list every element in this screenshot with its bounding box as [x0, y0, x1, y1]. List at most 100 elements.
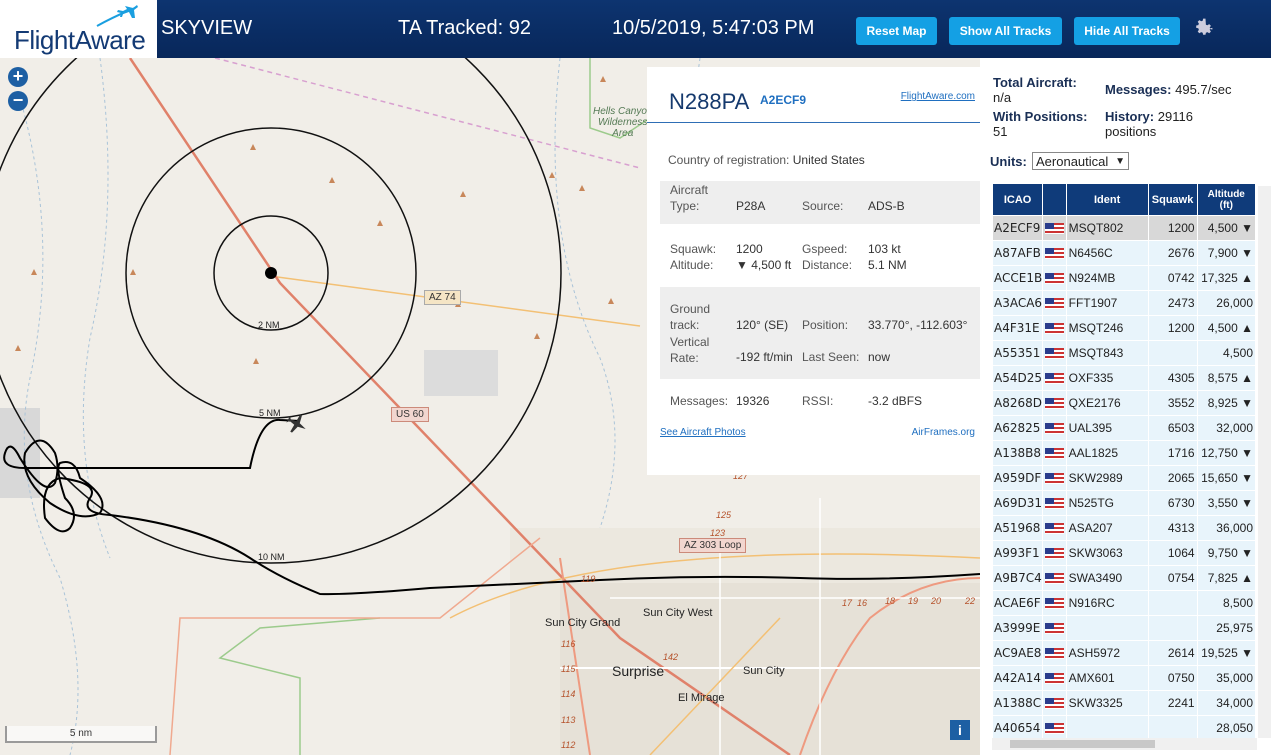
- messages-label: Messages:: [1105, 82, 1172, 97]
- vertical-scrollbar[interactable]: [1258, 186, 1271, 738]
- table-row[interactable]: A54D25 OXF335 4305 8,575 ▲: [991, 365, 1257, 391]
- route-label: 22: [965, 596, 976, 606]
- flightaware-logo[interactable]: FlightAware: [0, 0, 157, 58]
- icao-cell: A3999E: [991, 615, 1044, 641]
- flag-cell: [1042, 390, 1067, 416]
- table-row[interactable]: A87AFB N6456C 2676 7,900 ▼: [991, 240, 1257, 266]
- table-row[interactable]: ACAE6F N916RC 8,500: [991, 590, 1257, 616]
- sun-city-label: Sun City: [743, 665, 785, 677]
- flag-cell: [1042, 540, 1067, 566]
- squawk-cell: 6503: [1147, 415, 1198, 441]
- table-row[interactable]: A3ACA6 FFT1907 2473 26,000: [991, 290, 1257, 316]
- us-flag-icon: [1044, 648, 1064, 660]
- lastseen-label: Last Seen:: [802, 350, 860, 364]
- altitude-cell: 34,000: [1196, 690, 1257, 716]
- messages-label: Messages:: [670, 394, 729, 408]
- squawk-cell: 3552: [1147, 390, 1198, 416]
- with-positions-label: With Positions:: [993, 109, 1088, 124]
- us-flag-icon: [1044, 323, 1064, 335]
- reset-map-button[interactable]: Reset Map: [856, 17, 937, 45]
- ring-10nm-label: 10 NM: [258, 552, 285, 562]
- flag-cell: [1042, 440, 1067, 466]
- divider: [647, 122, 980, 123]
- table-row[interactable]: A69D31 N525TG 6730 3,550 ▼: [991, 490, 1257, 516]
- airframes-link[interactable]: AirFrames.org: [912, 427, 975, 438]
- squawk-cell: 2614: [1147, 640, 1198, 666]
- hex-code: A2ECF9: [760, 93, 807, 107]
- track-label: Ground track:: [670, 302, 711, 332]
- squawk-cell: 0750: [1147, 665, 1198, 691]
- table-row[interactable]: A138B8 AAL1825 1716 12,750 ▼: [991, 440, 1257, 466]
- table-row[interactable]: ACCE1B N924MB 0742 17,325 ▲: [991, 265, 1257, 291]
- flag-header[interactable]: [1042, 183, 1067, 216]
- ident-cell: MSQT246: [1065, 315, 1149, 341]
- flag-cell: [1042, 365, 1067, 391]
- table-row[interactable]: A4F31E MSQT246 1200 4,500 ▲: [991, 315, 1257, 341]
- us-flag-icon: [1044, 448, 1064, 460]
- ident-cell: SKW2989: [1065, 465, 1149, 491]
- squawk-cell: [1147, 615, 1198, 641]
- altitude-cell: 8,500: [1196, 590, 1257, 616]
- ident-cell: SWA3490: [1065, 565, 1149, 591]
- flag-cell: [1042, 340, 1067, 366]
- altitude-cell: 26,000: [1196, 290, 1257, 316]
- table-row[interactable]: A42A14 AMX601 0750 35,000: [991, 665, 1257, 691]
- table-row[interactable]: A8268D QXE2176 3552 8,925 ▼: [991, 390, 1257, 416]
- table-row[interactable]: A2ECF9 MSQT802 1200 4,500 ▼: [991, 215, 1257, 241]
- altitude-header[interactable]: Altitude (ft): [1196, 183, 1257, 216]
- route-label: 115: [561, 664, 576, 674]
- table-row[interactable]: A62825 UAL395 6503 32,000: [991, 415, 1257, 441]
- icao-header[interactable]: ICAO: [991, 183, 1044, 216]
- zoom-out-button[interactable]: −: [8, 91, 28, 111]
- table-row[interactable]: A993F1 SKW3063 1064 9,750 ▼: [991, 540, 1257, 566]
- altitude-cell: 7,825 ▲: [1196, 565, 1257, 591]
- icao-cell: A42A14: [991, 665, 1044, 691]
- table-row[interactable]: A40654 28,050: [991, 715, 1257, 741]
- units-select[interactable]: Aeronautical ▼: [1032, 152, 1129, 170]
- us-flag-icon: [1044, 223, 1064, 235]
- gear-icon[interactable]: [1191, 16, 1215, 40]
- altitude-cell: 4,500: [1196, 340, 1257, 366]
- ident-cell: MSQT802: [1065, 215, 1149, 241]
- table-row[interactable]: A959DF SKW2989 2065 15,650 ▼: [991, 465, 1257, 491]
- flag-cell: [1042, 715, 1067, 741]
- table-row[interactable]: AC9AE8 ASH5972 2614 19,525 ▼: [991, 640, 1257, 666]
- altitude-cell: 36,000: [1196, 515, 1257, 541]
- table-row[interactable]: A51968 ASA207 4313 36,000: [991, 515, 1257, 541]
- scrollbar-thumb[interactable]: [1010, 740, 1155, 748]
- ident-cell: FFT1907: [1065, 290, 1149, 316]
- rssi-value: -3.2 dBFS: [868, 394, 923, 408]
- squawk-header[interactable]: Squawk: [1147, 183, 1198, 216]
- altitude-cell: 8,925 ▼: [1196, 390, 1257, 416]
- altitude-cell: 32,000: [1196, 415, 1257, 441]
- hide-all-tracks-button[interactable]: Hide All Tracks: [1074, 17, 1180, 45]
- table-row[interactable]: A55351 MSQT843 4,500: [991, 340, 1257, 366]
- history-unit: positions: [1105, 124, 1157, 139]
- icao-cell: A8268D: [991, 390, 1044, 416]
- flag-cell: [1042, 290, 1067, 316]
- us-flag-icon: [1044, 498, 1064, 510]
- us-flag-icon: [1044, 423, 1064, 435]
- ident-cell: N525TG: [1065, 490, 1149, 516]
- horizontal-scrollbar[interactable]: [992, 738, 1257, 750]
- show-all-tracks-button[interactable]: Show All Tracks: [949, 17, 1062, 45]
- table-row[interactable]: A1388C SKW3325 2241 34,000: [991, 690, 1257, 716]
- route-label: 17: [842, 598, 853, 608]
- scale-bar: 5 nm: [5, 726, 157, 743]
- squawk-cell: 2676: [1147, 240, 1198, 266]
- az74-label: AZ 74: [424, 290, 461, 305]
- ident-header[interactable]: Ident: [1065, 183, 1149, 216]
- table-row[interactable]: A3999E 25,975: [991, 615, 1257, 641]
- table-row[interactable]: A9B7C4 SWA3490 0754 7,825 ▲: [991, 565, 1257, 591]
- route-label: 19: [908, 596, 919, 606]
- lastseen-value: now: [868, 350, 891, 364]
- zoom-in-button[interactable]: +: [8, 67, 28, 87]
- flag-cell: [1042, 265, 1067, 291]
- us-flag-icon: [1044, 523, 1064, 535]
- country-value: United States: [792, 153, 865, 167]
- flightaware-link[interactable]: FlightAware.com: [901, 91, 975, 102]
- flag-cell: [1042, 240, 1067, 266]
- info-button[interactable]: i: [950, 720, 970, 740]
- ring-5nm-label: 5 NM: [259, 408, 281, 418]
- aircraft-photos-link[interactable]: See Aircraft Photos: [660, 427, 746, 438]
